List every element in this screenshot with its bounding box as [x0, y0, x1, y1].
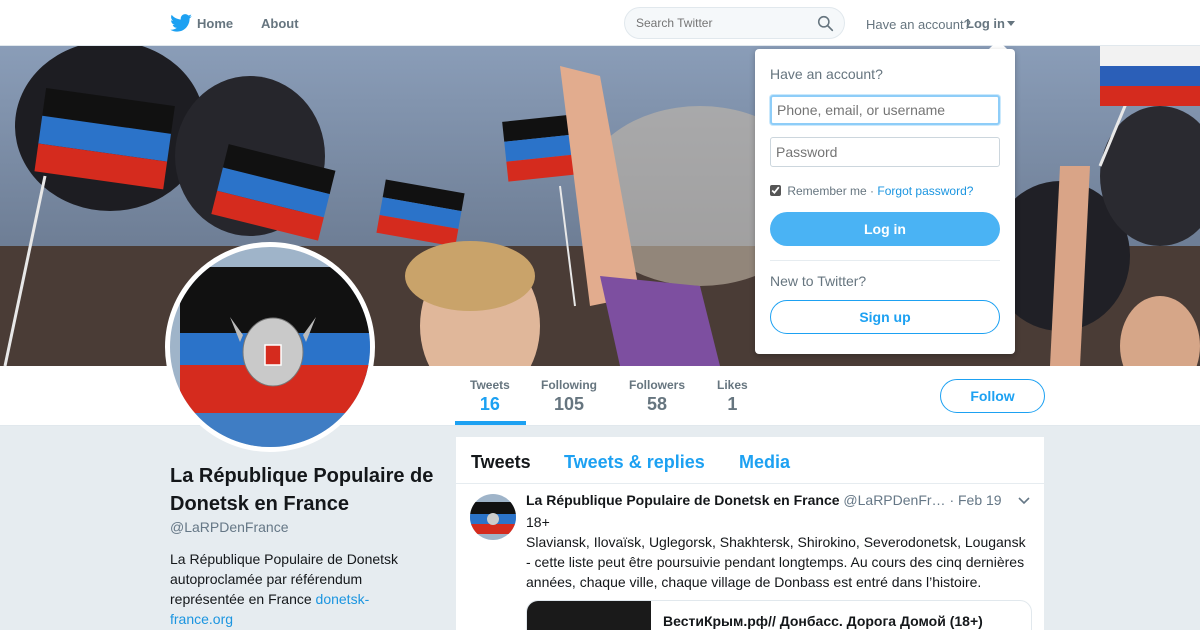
- tweet-avatar[interactable]: [470, 494, 516, 540]
- chevron-down-icon[interactable]: [1018, 497, 1030, 505]
- donetsk-flag-image: [170, 247, 370, 447]
- profile-name[interactable]: La République Populaire de Donetsk en Fr…: [170, 462, 440, 518]
- stat-label[interactable]: Likes: [717, 378, 748, 392]
- username-field[interactable]: [770, 95, 1000, 125]
- link-card[interactable]: ВестиКрым.рф// Донбасс. Дорога Домой (18…: [526, 600, 1032, 630]
- active-tab-indicator: [455, 421, 526, 425]
- tweet-avatar-image: [470, 494, 516, 540]
- tweet-date[interactable]: Feb 19: [958, 492, 1002, 508]
- remember-separator: ·: [870, 184, 875, 198]
- card-title[interactable]: ВестиКрым.рф// Донбасс. Дорога Домой (18…: [663, 613, 983, 629]
- stat-following[interactable]: Following 105: [541, 378, 597, 415]
- password-field[interactable]: [770, 137, 1000, 167]
- tweet-text-line: 18+: [526, 514, 550, 530]
- stat-likes[interactable]: Likes 1: [717, 378, 748, 415]
- search-icon[interactable]: [817, 15, 834, 32]
- signup-button[interactable]: Sign up: [770, 300, 1000, 334]
- timeline: Tweets Tweets & replies Media La Républi…: [456, 437, 1044, 630]
- remember-checkbox[interactable]: [770, 185, 781, 196]
- card-thumbnail: [527, 601, 651, 630]
- login-dropdown-toggle[interactable]: Log in: [966, 16, 1015, 31]
- forgot-password-link[interactable]: Forgot password?: [877, 184, 973, 198]
- search-box[interactable]: [624, 7, 845, 39]
- profile-handle[interactable]: @LaRPDenFrance: [170, 519, 289, 535]
- tweet-separator: ·: [949, 492, 955, 508]
- login-button[interactable]: Log in: [770, 212, 1000, 246]
- stat-label[interactable]: Tweets: [470, 378, 510, 392]
- stat-value[interactable]: 105: [541, 394, 597, 415]
- dropdown-title: Have an account?: [770, 66, 883, 82]
- dropdown-divider: [770, 260, 1000, 261]
- dropdown-arrow: [989, 40, 1007, 49]
- remember-label[interactable]: Remember me: [787, 184, 866, 198]
- profile-bio: La République Populaire de Donetsk autop…: [170, 549, 410, 629]
- nav-about-link[interactable]: About: [261, 16, 299, 31]
- stat-value[interactable]: 16: [470, 394, 510, 415]
- twitter-bird-icon[interactable]: [170, 14, 192, 32]
- new-to-twitter-text: New to Twitter?: [770, 273, 867, 289]
- tweet-author-handle[interactable]: @LaRPDenFr…: [843, 492, 945, 508]
- tab-media[interactable]: Media: [739, 452, 790, 473]
- tab-tweets-replies[interactable]: Tweets & replies: [564, 452, 705, 473]
- remember-row: Remember me · Forgot password?: [770, 184, 973, 198]
- nav-home-link[interactable]: Home: [197, 16, 233, 31]
- profile-avatar[interactable]: [165, 242, 375, 452]
- tweet-author-name[interactable]: La République Populaire de Donetsk en Fr…: [526, 492, 840, 508]
- login-toggle-label[interactable]: Log in: [966, 16, 1005, 31]
- caret-down-icon[interactable]: [1007, 21, 1015, 26]
- search-input[interactable]: [636, 16, 806, 30]
- stat-tweets[interactable]: Tweets 16: [470, 378, 510, 415]
- tweet-text: 18+ Slaviansk, Ilovaïsk, Uglegorsk, Shak…: [526, 512, 1031, 592]
- tweet-header: La République Populaire de Donetsk en Fr…: [526, 492, 1016, 508]
- stat-value[interactable]: 58: [629, 394, 685, 415]
- follow-button[interactable]: Follow: [940, 379, 1045, 413]
- stat-value[interactable]: 1: [717, 394, 748, 415]
- tab-tweets[interactable]: Tweets: [471, 452, 531, 473]
- have-account-text: Have an account?: [866, 17, 971, 32]
- timeline-tabs: Tweets Tweets & replies Media: [456, 437, 1044, 484]
- login-dropdown: Have an account? Remember me · Forgot pa…: [755, 49, 1015, 354]
- top-navigation: Home About Have an account? Log in: [0, 0, 1200, 46]
- stat-label[interactable]: Followers: [629, 378, 685, 392]
- tweet-text-body: Slaviansk, Ilovaïsk, Uglegorsk, Shakhter…: [526, 534, 1026, 590]
- stat-followers[interactable]: Followers 58: [629, 378, 685, 415]
- stat-label[interactable]: Following: [541, 378, 597, 392]
